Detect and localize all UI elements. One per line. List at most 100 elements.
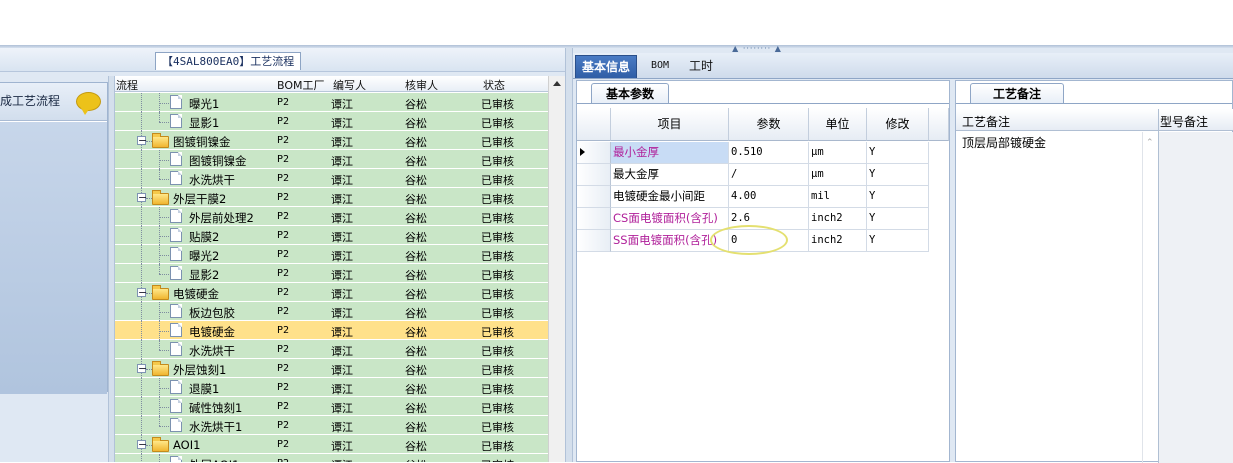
tree-line	[141, 264, 142, 283]
tab-basic-params[interactable]: 基本参数	[591, 83, 670, 104]
tree-row[interactable]: − AOI1 P2 谭江 谷松 已审核	[115, 435, 548, 454]
params-cell-item[interactable]: 电镀硬金最小间距	[611, 186, 729, 208]
grid-col-item[interactable]: 项目	[611, 108, 729, 141]
notes-scroll-up-icon[interactable]: ⌃	[1146, 138, 1154, 148]
params-cell-unit[interactable]: inch2	[809, 208, 867, 230]
col-reviewer-header[interactable]: 核审人	[405, 77, 438, 93]
tab-process-notes[interactable]: 工艺备注	[970, 83, 1065, 104]
tree-row[interactable]: 水洗烘干 P2 谭江 谷松 已审核	[115, 340, 548, 359]
tree-row-status: 已审核	[481, 136, 514, 149]
process-flow-title-tab[interactable]: 【4SAL800EA0】工艺流程	[155, 52, 302, 70]
tree-row[interactable]: − 外层干膜2 P2 谭江 谷松 已审核	[115, 188, 548, 207]
tree-row[interactable]: 显影1 P2 谭江 谷松 已审核	[115, 112, 548, 131]
params-cell-unit[interactable]: mil	[809, 186, 867, 208]
grid-col-modify[interactable]: 修改	[867, 108, 929, 141]
grid-col-value[interactable]: 参数	[729, 108, 809, 141]
tab-bom[interactable]: BOM	[645, 55, 675, 78]
process-notes-text[interactable]: 顶层局部镀硬金	[962, 134, 1046, 151]
params-cell-modify[interactable]: Y	[867, 230, 929, 252]
row-header[interactable]	[577, 208, 611, 230]
collapse-icon[interactable]: −	[137, 135, 147, 146]
tree-row-writer: 谭江	[331, 174, 353, 187]
tree-row[interactable]: 水洗烘干 P2 谭江 谷松 已审核	[115, 169, 548, 188]
center-splitter[interactable]	[565, 48, 573, 462]
tree-row-status: 已审核	[481, 117, 514, 130]
params-cell-modify[interactable]: Y	[867, 142, 929, 164]
row-header[interactable]	[577, 164, 611, 186]
tree-row[interactable]: 板边包胶 P2 谭江 谷松 已审核	[115, 302, 548, 321]
tree-row[interactable]: 外层AOI1 P2 谭江 谷松 已审核	[115, 454, 548, 462]
tree-line	[141, 378, 142, 397]
tree-row-bom: P2	[277, 344, 290, 355]
collapse-icon[interactable]: −	[137, 287, 147, 298]
tree-row-status: 已审核	[481, 440, 514, 453]
params-cell-modify[interactable]: Y	[867, 208, 929, 230]
side-card-label: 成工艺流程	[0, 94, 61, 108]
notes-scrollbar[interactable]: ⌃	[1142, 132, 1156, 463]
tree-row[interactable]: 显影2 P2 谭江 谷松 已审核	[115, 264, 548, 283]
tree-row[interactable]: 碱性蚀刻1 P2 谭江 谷松 已审核	[115, 397, 548, 416]
tree-row-reviewer: 谷松	[405, 212, 427, 225]
tab-work-hours[interactable]: 工时	[683, 55, 719, 78]
tree-row-writer: 谭江	[331, 98, 353, 111]
tree-scrollbar[interactable]	[548, 76, 565, 462]
document-icon	[170, 342, 182, 356]
tree-row[interactable]: 贴膜2 P2 谭江 谷松 已审核	[115, 226, 548, 245]
params-cell-value[interactable]: /	[729, 164, 809, 186]
params-cell-unit[interactable]: μm	[809, 142, 867, 164]
params-cell-value[interactable]: 4.00	[729, 186, 809, 208]
params-row[interactable]: 最大金厚 / μm Y	[577, 164, 949, 186]
tree-row[interactable]: 电镀硬金 P2 谭江 谷松 已审核	[115, 321, 548, 340]
tree-row[interactable]: 图镀铜镍金 P2 谭江 谷松 已审核	[115, 150, 548, 169]
params-cell-item[interactable]: CS面电镀面积(含孔)	[611, 208, 729, 230]
tree-line	[141, 302, 142, 321]
notes-tab-line	[956, 103, 1232, 104]
tree-row-reviewer: 谷松	[405, 193, 427, 206]
scroll-up-icon[interactable]	[553, 81, 561, 86]
tree-line	[159, 122, 169, 123]
row-header[interactable]	[577, 142, 611, 164]
col-writer-header[interactable]: 编写人	[333, 77, 366, 93]
tree-row[interactable]: − 图镀铜镍金 P2 谭江 谷松 已审核	[115, 131, 548, 150]
side-card-header[interactable]: 成工艺流程	[0, 83, 107, 121]
col-flow-header[interactable]: 流程	[116, 77, 138, 93]
collapse-icon[interactable]: −	[137, 363, 147, 374]
params-cell-item[interactable]: 最小金厚	[611, 142, 729, 164]
params-cell-modify[interactable]: Y	[867, 186, 929, 208]
params-cell-modify[interactable]: Y	[867, 164, 929, 186]
tree-row[interactable]: 曝光1 P2 谭江 谷松 已审核	[115, 93, 548, 112]
tree-row-name: 水洗烘干	[189, 344, 235, 358]
tree-row[interactable]: 退膜1 P2 谭江 谷松 已审核	[115, 378, 548, 397]
params-cell-value[interactable]: 0.510	[729, 142, 809, 164]
notes-col-process[interactable]: 工艺备注	[962, 113, 1010, 130]
row-header[interactable]	[577, 230, 611, 252]
col-status-header[interactable]: 状态	[483, 77, 505, 93]
params-row[interactable]: 电镀硬金最小间距 4.00 mil Y	[577, 186, 949, 208]
grid-col-unit[interactable]: 单位	[809, 108, 867, 141]
tree-row-bom: P2	[277, 230, 290, 241]
col-bom-header[interactable]: BOM工厂	[277, 77, 325, 93]
params-cell-item[interactable]: 最大金厚	[611, 164, 729, 186]
comment-bubble-icon[interactable]	[76, 92, 101, 115]
params-cell-unit[interactable]: μm	[809, 164, 867, 186]
tree-row-status: 已审核	[481, 383, 514, 396]
tree-row[interactable]: 外层前处理2 P2 谭江 谷松 已审核	[115, 207, 548, 226]
left-splitter[interactable]	[108, 76, 115, 462]
tree-row-writer: 谭江	[331, 212, 353, 225]
collapse-grip[interactable]: ▲ ········ ▲	[722, 45, 792, 53]
params-row[interactable]: 最小金厚 0.510 μm Y	[577, 142, 949, 164]
tree-row[interactable]: 曝光2 P2 谭江 谷松 已审核	[115, 245, 548, 264]
model-notes-area[interactable]	[1159, 132, 1233, 463]
tree-row[interactable]: − 外层蚀刻1 P2 谭江 谷松 已审核	[115, 359, 548, 378]
collapse-icon[interactable]: −	[137, 192, 147, 203]
params-cell-unit[interactable]: inch2	[809, 230, 867, 252]
notes-divider	[1158, 109, 1159, 463]
collapse-icon[interactable]: −	[137, 439, 147, 450]
tree-row[interactable]: − 电镀硬金 P2 谭江 谷松 已审核	[115, 283, 548, 302]
tab-basic-info[interactable]: 基本信息	[575, 55, 638, 78]
row-header[interactable]	[577, 186, 611, 208]
document-icon	[170, 380, 182, 394]
notes-col-model[interactable]: 型号备注	[1160, 113, 1208, 130]
tree-line	[159, 112, 160, 122]
tree-row[interactable]: 水洗烘干1 P2 谭江 谷松 已审核	[115, 416, 548, 435]
